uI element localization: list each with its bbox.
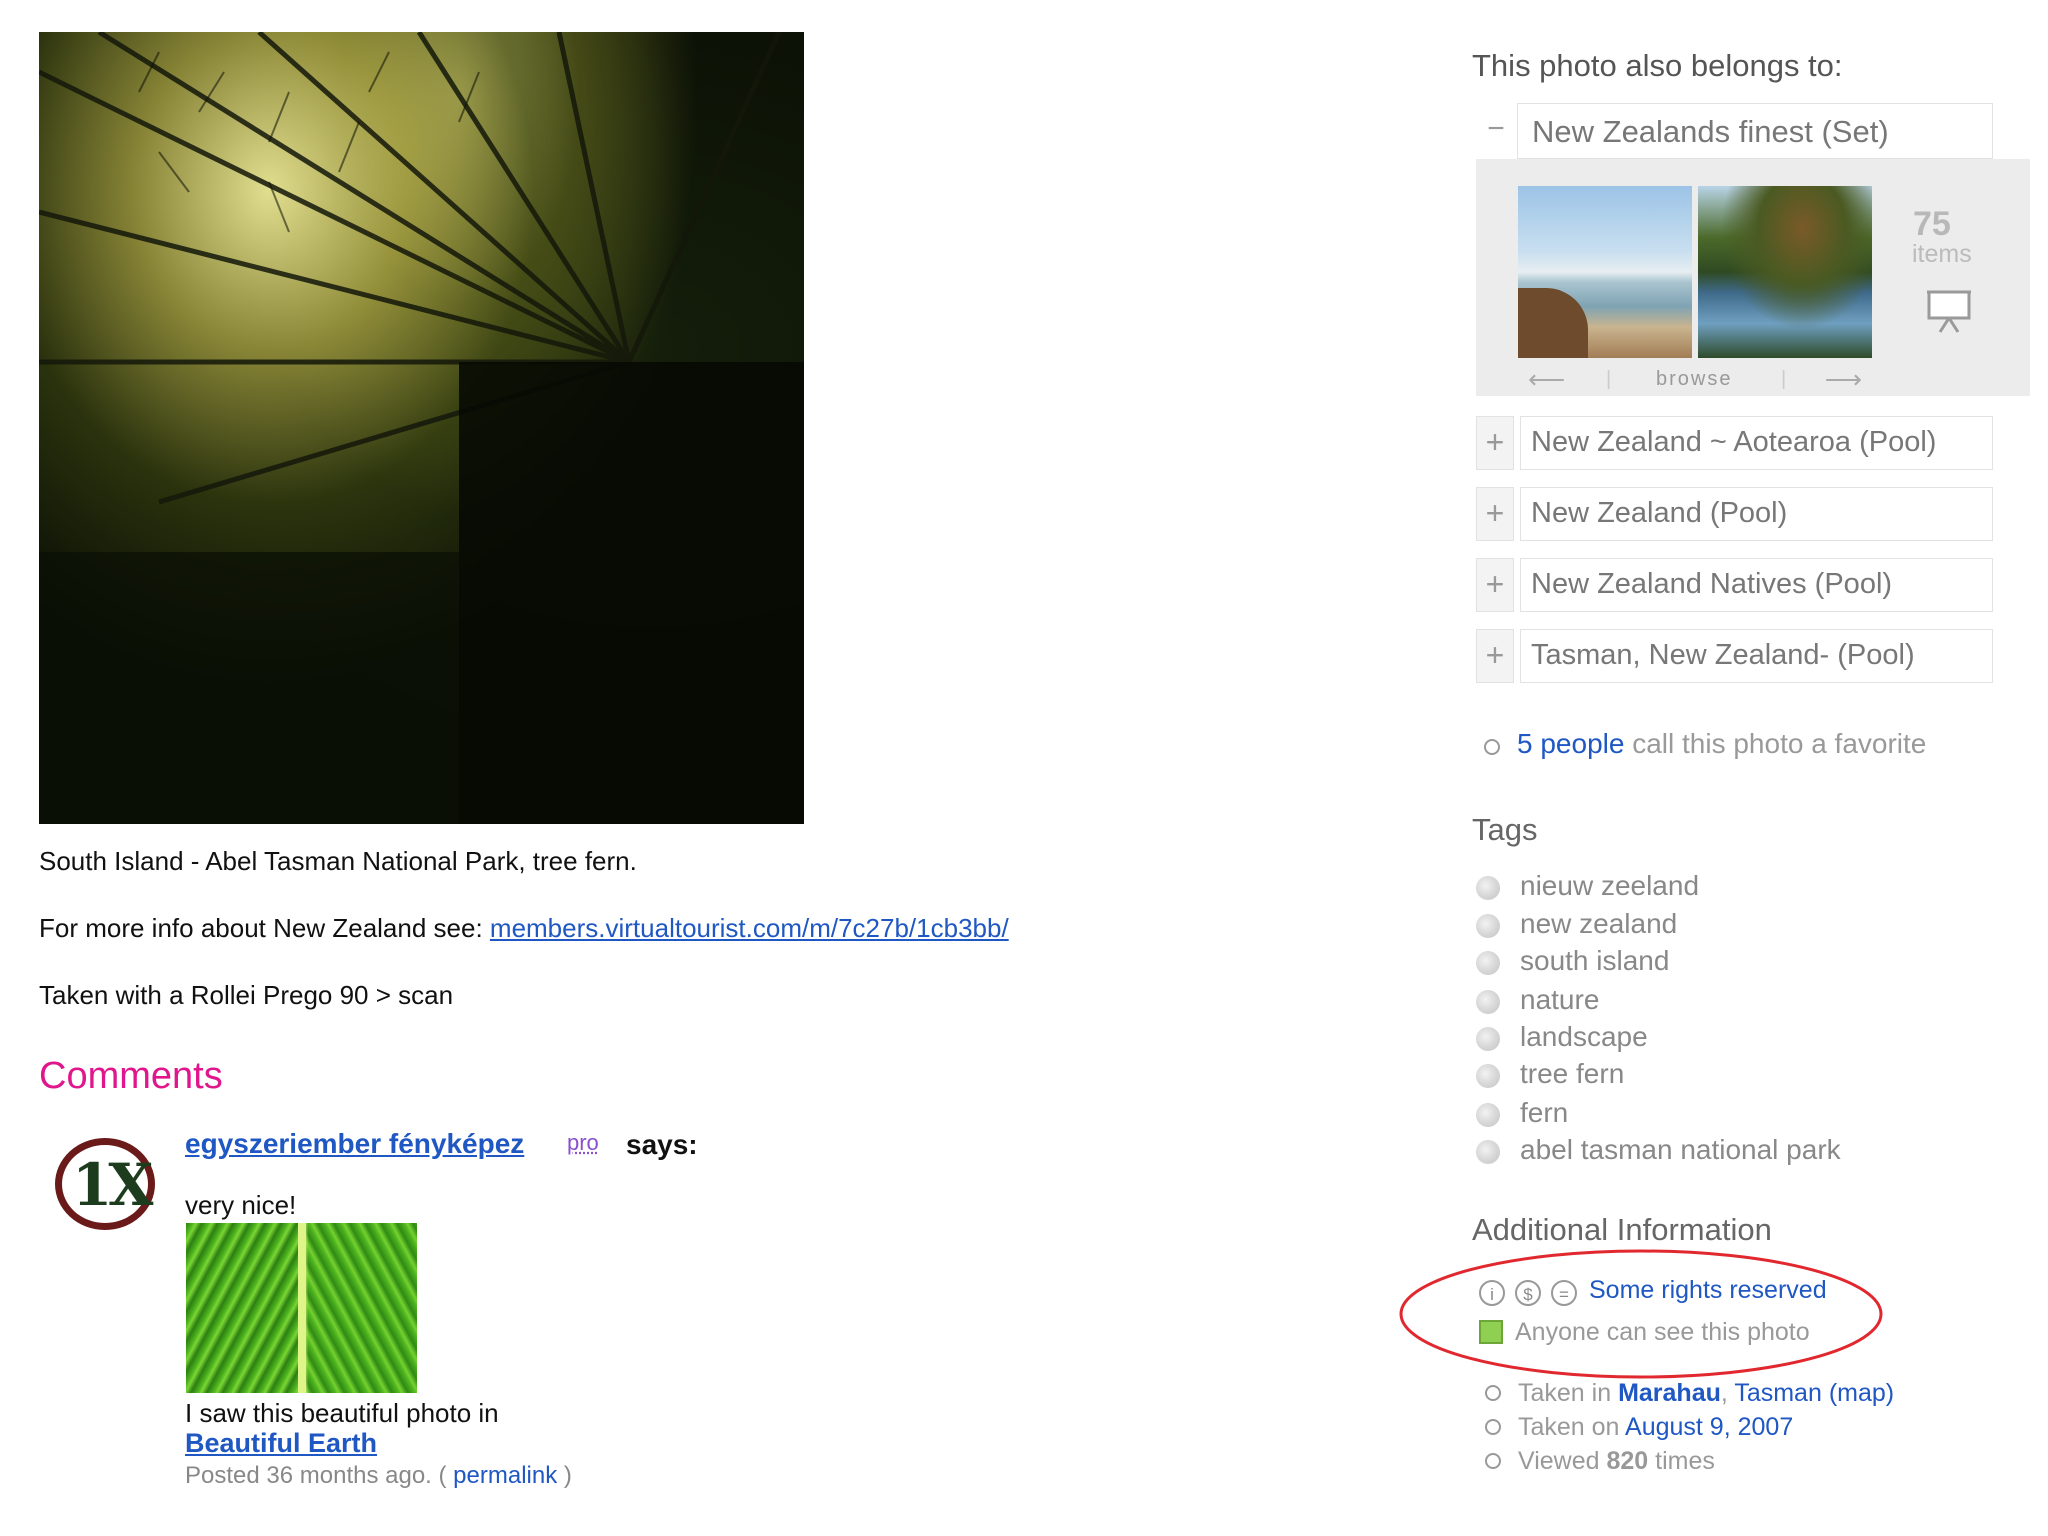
tag-icon <box>1476 876 1500 900</box>
leaf-rib <box>298 1223 306 1393</box>
main-photo[interactable] <box>39 32 804 824</box>
viewed-line: Viewed 820 times <box>1518 1447 1715 1476</box>
date-link[interactable]: August 9, 2007 <box>1625 1413 1793 1441</box>
tag-icon <box>1476 951 1500 975</box>
leaf-left-half <box>186 1223 302 1393</box>
taken-in-label: Taken in <box>1518 1379 1619 1407</box>
bullet-icon <box>1485 1453 1501 1469</box>
region-link[interactable]: Tasman <box>1734 1379 1822 1407</box>
collapse-set-button[interactable]: − <box>1476 103 1516 159</box>
tags-heading: Tags <box>1472 812 1538 847</box>
pro-badge[interactable]: pro <box>567 1130 599 1156</box>
tag-label[interactable]: fern <box>1520 1097 1568 1129</box>
tag-label[interactable]: new zealand <box>1520 908 1677 940</box>
more-info-line: For more info about New Zealand see: mem… <box>39 913 1009 944</box>
pool-title[interactable]: Tasman, New Zealand- (Pool) <box>1520 629 1993 683</box>
photo-caption: South Island - Abel Tasman National Park… <box>39 846 637 876</box>
tag-label[interactable]: nieuw zeeland <box>1520 870 1699 902</box>
favorites-count-link[interactable]: 5 people <box>1517 728 1624 759</box>
tag-icon <box>1476 1027 1500 1051</box>
viewed-label: Viewed <box>1518 1447 1607 1475</box>
pool-row[interactable]: + New Zealand ~ Aotearoa (Pool) <box>1476 416 1993 470</box>
bullet-icon <box>1485 1419 1501 1435</box>
map-link[interactable]: (map) <box>1829 1379 1894 1407</box>
tag-icon <box>1476 1064 1500 1088</box>
tag-label[interactable]: south island <box>1520 945 1669 977</box>
comment-text: very nice! <box>185 1190 297 1220</box>
favorites-line: 5 people call this photo a favorite <box>1517 728 1926 760</box>
browse-bar: ⟵ | browse | ⟶ <box>1518 364 1872 394</box>
comment-author-link[interactable]: egyszeriember fényképez <box>185 1128 524 1160</box>
tag-icon <box>1476 990 1500 1014</box>
tag-icon <box>1476 914 1500 938</box>
annotation-ellipse <box>1399 1249 1883 1379</box>
tag-icon <box>1476 1140 1500 1164</box>
posted-time: Posted 36 months ago. ( <box>185 1462 447 1489</box>
bullet-icon <box>1484 739 1500 755</box>
pool-title[interactable]: New Zealand ~ Aotearoa (Pool) <box>1520 416 1993 470</box>
browse-next-arrow-icon[interactable]: ⟶ <box>1825 364 1862 395</box>
taken-on-label: Taken on <box>1518 1413 1626 1441</box>
browse-separator: | <box>1606 368 1612 390</box>
set-item-count: 75 <box>1913 205 1951 243</box>
slideshow-icon[interactable] <box>1926 288 1972 339</box>
avatar-text: 1X <box>72 1151 153 1219</box>
posted-suffix: ) <box>563 1462 572 1489</box>
pool-row[interactable]: + New Zealand (Pool) <box>1476 487 1993 541</box>
camera-note: Taken with a Rollei Prego 90 > scan <box>39 980 454 1010</box>
pool-title[interactable]: New Zealand (Pool) <box>1520 487 1993 541</box>
set-title[interactable]: New Zealands finest (Set) <box>1517 103 1993 159</box>
place-separator: , <box>1720 1379 1735 1407</box>
rock-shape <box>1518 288 1588 358</box>
browse-prev-arrow-icon[interactable]: ⟵ <box>1528 364 1565 395</box>
favorites-text: call this photo a favorite <box>1624 728 1927 759</box>
view-count: 820 <box>1606 1447 1649 1475</box>
tag-icon <box>1476 1103 1500 1127</box>
avatar[interactable]: 1X <box>55 1138 155 1230</box>
comment-group-line: I saw this beautiful photo in <box>185 1398 499 1428</box>
taken-on-line: Taken on August 9, 2007 <box>1518 1413 1793 1442</box>
pool-title[interactable]: New Zealand Natives (Pool) <box>1520 558 1993 612</box>
taken-in-line: Taken in Marahau, Tasman (map) <box>1518 1379 1894 1408</box>
viewed-suffix: times <box>1648 1447 1715 1475</box>
expand-pool-button[interactable]: + <box>1476 629 1514 683</box>
tag-label[interactable]: abel tasman national park <box>1520 1134 1841 1166</box>
comments-heading: Comments <box>39 1055 223 1097</box>
more-info-link[interactable]: members.virtualtourist.com/m/7c27b/1cb3b… <box>490 913 1009 943</box>
browse-separator: | <box>1781 368 1787 390</box>
tag-label[interactable]: nature <box>1520 984 1599 1016</box>
set-item-label: items <box>1912 240 1972 268</box>
tree-fern-fronds <box>39 32 804 824</box>
pool-row[interactable]: + Tasman, New Zealand- (Pool) <box>1476 629 1993 683</box>
set-thumbnail-1[interactable] <box>1518 186 1692 358</box>
pool-row[interactable]: + New Zealand Natives (Pool) <box>1476 558 1993 612</box>
bullet-icon <box>1485 1385 1501 1401</box>
says-label: says: <box>626 1129 698 1160</box>
place-link[interactable]: Marahau <box>1618 1379 1721 1407</box>
permalink-link[interactable]: permalink <box>453 1462 557 1489</box>
tag-label[interactable]: landscape <box>1520 1021 1648 1053</box>
belongs-heading: This photo also belongs to: <box>1472 48 1843 83</box>
tag-label[interactable]: tree fern <box>1520 1058 1624 1090</box>
browse-label: browse <box>1656 368 1733 390</box>
comment-image[interactable] <box>186 1223 417 1393</box>
additional-info-heading: Additional Information <box>1472 1212 1772 1247</box>
expand-pool-button[interactable]: + <box>1476 558 1514 612</box>
group-link[interactable]: Beautiful Earth <box>185 1428 377 1459</box>
expand-pool-button[interactable]: + <box>1476 416 1514 470</box>
posted-meta: Posted 36 months ago. ( permalink ) <box>185 1462 572 1490</box>
set-thumbnail-2[interactable] <box>1698 186 1872 358</box>
expand-pool-button[interactable]: + <box>1476 487 1514 541</box>
more-info-label: For more info about New Zealand see: <box>39 913 490 943</box>
